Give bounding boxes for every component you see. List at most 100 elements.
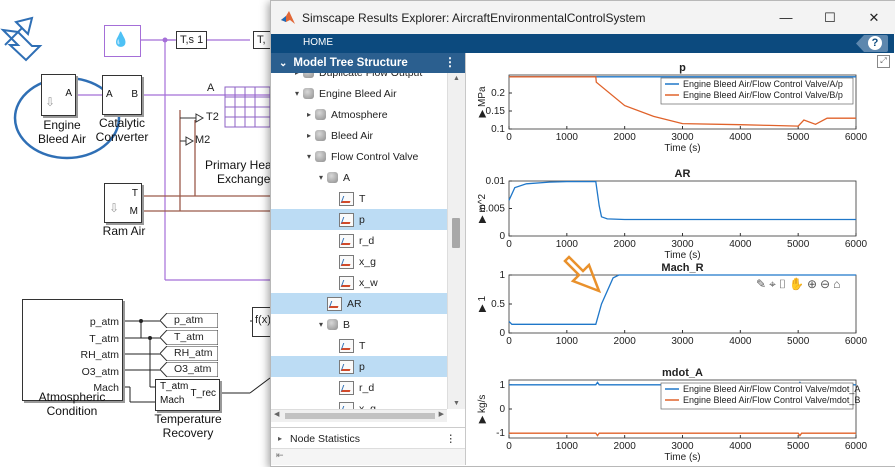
node-cube-icon	[303, 88, 314, 99]
signal-icon	[339, 254, 354, 269]
tree-item[interactable]: ▾ Flow Control Valve	[271, 146, 447, 167]
x-tick-label: 5000	[787, 239, 810, 250]
scroll-left-icon[interactable]: ◀	[274, 410, 279, 418]
goto-t-atm[interactable]: T_atm	[160, 330, 218, 345]
x-axis-label: Time (s)	[664, 452, 700, 463]
data-tip-icon[interactable]: ⌖	[769, 277, 776, 292]
ram-air-block[interactable]: T M ⇩	[104, 183, 142, 223]
goto-p-atm[interactable]: p_atm	[160, 313, 218, 328]
x-tick-label: 0	[506, 132, 512, 143]
tree-item[interactable]: ▸ Bleed Air	[271, 125, 447, 146]
tree-item[interactable]: ▾ B	[271, 314, 447, 335]
chart-title: AR	[675, 168, 691, 180]
chevron-down-icon[interactable]: ▾	[303, 152, 315, 161]
scroll-up-icon[interactable]: ▲	[453, 75, 460, 82]
tree-item[interactable]: x_g	[271, 398, 447, 409]
help-button[interactable]: ?	[856, 35, 888, 52]
catalytic-converter-label: Catalytic Converter	[95, 116, 149, 144]
h-scroll-thumb[interactable]	[285, 413, 435, 419]
tree-item[interactable]: ▸ Duplicate Flow Output	[271, 73, 447, 83]
plots-area: ⤢ p 0 1000 2000 3000 4000 5000 6000 0.1 0.15 0.2 ▶ …	[466, 53, 894, 465]
temperature-recovery-block[interactable]: T_atm Mach T_rec	[155, 379, 220, 411]
scroll-right-icon[interactable]: ▶	[439, 410, 444, 418]
tab-home[interactable]: HOME	[303, 37, 333, 48]
minimize-button[interactable]: —	[764, 1, 808, 34]
x-tick-label: 0	[506, 336, 512, 347]
y-tick-label: 0	[499, 231, 505, 242]
humidity-source-block[interactable]: 💧	[104, 25, 141, 57]
close-button[interactable]: ✕	[852, 1, 895, 34]
tree-item-label: r_d	[359, 234, 375, 247]
signal-icon	[339, 233, 354, 248]
paint-icon[interactable]: ✎	[756, 277, 766, 292]
model-tree-header[interactable]: ⌄ Model Tree Structure ⋮	[271, 53, 465, 73]
node-statistics-label: Node Statistics	[290, 432, 361, 445]
tree-item[interactable]: x_w	[271, 272, 447, 293]
tree-item-label: Bleed Air	[331, 129, 374, 142]
engine-bleed-air-block[interactable]: A ⇩	[41, 74, 76, 116]
out-t-atm: T_atm	[89, 332, 119, 345]
zoom-out-icon[interactable]: ⊖	[820, 277, 830, 292]
tree-item-label: r_d	[359, 381, 375, 394]
more-options-icon[interactable]: ⋮	[446, 433, 457, 445]
signal-icon	[327, 296, 342, 311]
catalytic-converter-block[interactable]: A B	[102, 75, 142, 115]
tree-item-label: Flow Control Valve	[331, 150, 419, 163]
goto-rh-atm[interactable]: RH_atm	[160, 346, 218, 361]
tree-horizontal-scrollbar[interactable]: ◀ ▶	[271, 409, 447, 422]
x-tick-label: 1000	[556, 239, 579, 250]
tree-item[interactable]: ▾ Engine Bleed Air	[271, 83, 447, 104]
node-cube-icon	[315, 130, 326, 141]
line-a-label: A	[207, 82, 215, 94]
tree-vertical-scrollbar[interactable]: ▲ ▼	[447, 73, 465, 409]
tree-item[interactable]: p	[271, 209, 447, 230]
chevron-down-icon[interactable]: ▾	[291, 89, 303, 98]
x-tick-label: 6000	[845, 441, 868, 452]
tag-ts1[interactable]: T,s 1	[176, 31, 208, 49]
tree-item[interactable]: r_d	[271, 377, 447, 398]
tree-item[interactable]: r_d	[271, 230, 447, 251]
node-cube-icon	[315, 151, 326, 162]
home-icon[interactable]: ⌂	[833, 277, 840, 292]
chevron-right-icon[interactable]: ▸	[303, 110, 315, 119]
scroll-down-icon[interactable]: ▼	[453, 400, 460, 407]
scroll-thumb[interactable]	[452, 218, 460, 248]
tree-item[interactable]: ▸ Atmosphere	[271, 104, 447, 125]
goto-o3-atm[interactable]: O3_atm	[160, 362, 218, 377]
port-m-label: M	[129, 206, 138, 217]
model-tree: ▸ Duplicate Flow Output ▾ Engine Bleed Air ▸…	[271, 73, 447, 409]
y-tick-label: -1	[496, 428, 505, 439]
status-icon: ⇤	[276, 450, 284, 460]
brush-icon[interactable]: ⌷	[779, 277, 786, 292]
model-tree-title: Model Tree Structure	[293, 57, 408, 69]
tree-item[interactable]: x_g	[271, 251, 447, 272]
engine-bleed-air-label: Engine Bleed Air	[37, 118, 87, 146]
tree-item[interactable]: T	[271, 188, 447, 209]
water-drops-icon: 💧	[112, 31, 130, 47]
more-options-icon[interactable]: ⋮	[444, 55, 456, 69]
signal-icon	[339, 275, 354, 290]
chart-title: Mach_R	[661, 262, 703, 274]
temperature-recovery-label: Temperature Recovery	[154, 412, 222, 440]
x-tick-label: 4000	[729, 441, 752, 452]
tree-item[interactable]: T	[271, 335, 447, 356]
chevron-right-icon[interactable]: ▸	[291, 73, 303, 77]
pan-icon[interactable]: ✋	[789, 277, 804, 292]
orange-annotation-arrow	[563, 255, 602, 294]
zoom-in-icon[interactable]: ⊕	[807, 277, 817, 292]
chevron-down-icon[interactable]: ▾	[315, 173, 327, 182]
signal-icon	[339, 401, 354, 409]
tree-item[interactable]: ▾ A	[271, 167, 447, 188]
tree-item[interactable]: p	[271, 356, 447, 377]
chevron-right-icon[interactable]: ▸	[303, 131, 315, 140]
chevron-right-icon: ▸	[278, 434, 283, 443]
atmospheric-condition-block[interactable]: p_atm T_atm RH_atm O3_atm Mach	[22, 299, 123, 401]
tree-item[interactable]: AR	[271, 293, 447, 314]
maximize-button[interactable]: ☐	[808, 1, 852, 34]
chevron-down-icon[interactable]: ▾	[315, 320, 327, 329]
t2-label: T2	[206, 111, 219, 123]
x-tick-label: 6000	[845, 239, 868, 250]
x-tick-label: 1000	[556, 336, 579, 347]
y-tick-label: 0.2	[491, 88, 505, 99]
node-statistics-header[interactable]: ▸ Node Statistics ⋮	[271, 427, 465, 449]
